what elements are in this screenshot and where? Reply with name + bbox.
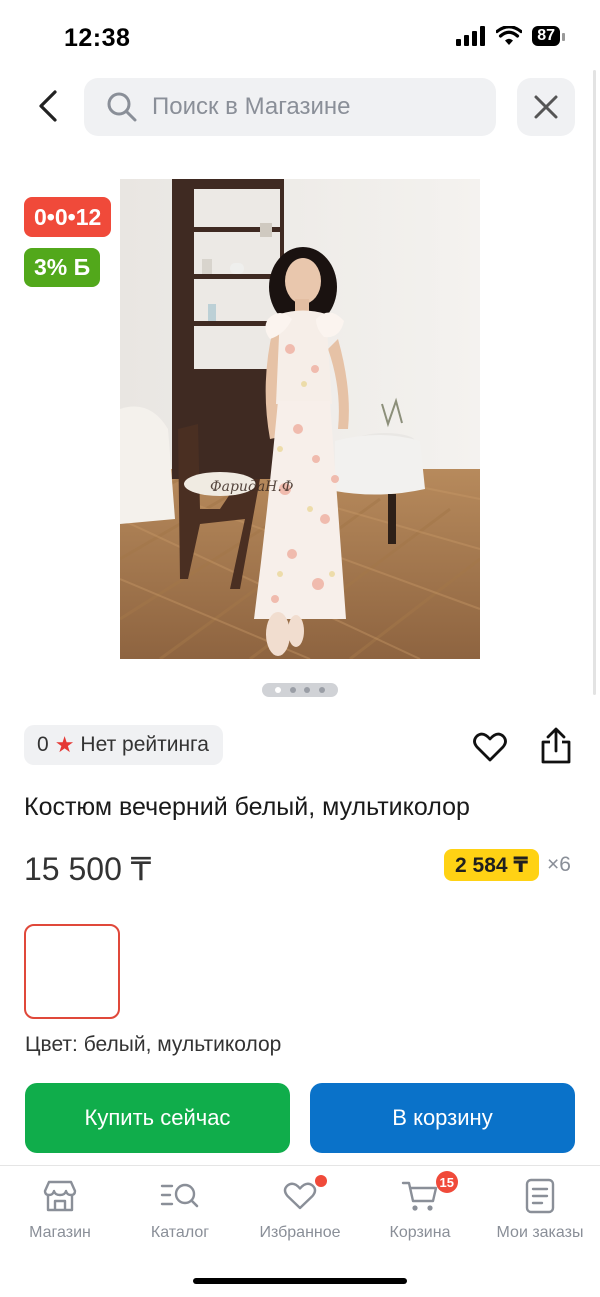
nav-item-favorites[interactable]: Избранное: [240, 1175, 360, 1242]
share-icon: [541, 727, 571, 764]
product-photo: ФаридаН.Ф: [120, 179, 480, 659]
nav-item-orders[interactable]: Мои заказы: [480, 1176, 600, 1242]
image-pagination[interactable]: [262, 683, 338, 697]
favorite-button[interactable]: [470, 727, 510, 767]
cart-icon: 15: [400, 1171, 458, 1216]
nav-item-catalog[interactable]: Каталог: [120, 1176, 240, 1242]
pagination-dot[interactable]: [319, 687, 326, 693]
store-icon: [40, 1176, 80, 1216]
installment-badge[interactable]: 2 584 ₸: [444, 849, 539, 881]
search-header: Поиск в Магазине: [0, 78, 600, 136]
bonus-badge: 3% Б: [24, 248, 101, 287]
chevron-left-icon: [39, 90, 57, 122]
close-button[interactable]: [517, 78, 575, 136]
pagination-dot[interactable]: [289, 687, 296, 693]
product-title: Костюм вечерний белый, мультиколор: [24, 793, 470, 821]
close-icon: [534, 95, 558, 119]
nav-label: Каталог: [150, 1224, 210, 1241]
search-icon: [107, 92, 137, 122]
add-to-cart-button[interactable]: В корзину: [310, 1083, 575, 1153]
home-indicator: [193, 1278, 407, 1284]
signal-icon: [456, 26, 486, 46]
battery-indicator: 87: [532, 26, 565, 46]
installment-multiplier: ×6: [547, 853, 571, 876]
nav-item-store[interactable]: Магазин: [0, 1176, 120, 1242]
color-label: Цвет: белый, мультиколор: [25, 1033, 282, 1056]
cart-count-badge: 15: [435, 1171, 458, 1193]
search-input[interactable]: Поиск в Магазине: [84, 78, 496, 136]
pagination-dot[interactable]: [304, 687, 311, 693]
watermark-text: ФаридаН.Ф: [210, 479, 293, 495]
rating-pill[interactable]: 0 ★ Нет рейтинга: [24, 725, 223, 765]
status-icons: 87: [456, 26, 565, 46]
nav-label: Мои заказы: [496, 1224, 584, 1241]
orders-icon: [520, 1176, 560, 1216]
rating-text: Нет рейтинга: [80, 733, 209, 756]
pagination-dot[interactable]: [274, 687, 281, 693]
star-icon: ★: [54, 732, 75, 757]
color-swatch-selected[interactable]: [24, 924, 120, 1019]
scroll-indicator: [593, 70, 596, 695]
status-time: 12:38: [64, 24, 131, 52]
rating-count: 0: [37, 733, 49, 756]
nav-label: Корзина: [389, 1224, 451, 1241]
nav-label: Магазин: [29, 1224, 91, 1241]
timer-badge: 0•0•12: [24, 197, 112, 237]
catalog-search-icon: [160, 1176, 200, 1216]
back-button[interactable]: [28, 86, 68, 126]
product-price: 15 500 ₸: [24, 851, 152, 887]
share-button[interactable]: [536, 724, 576, 768]
product-image[interactable]: ФаридаН.Ф: [120, 179, 480, 659]
heart-icon: [473, 732, 507, 762]
favorites-dot-badge: [315, 1175, 327, 1187]
nav-label: Избранное: [259, 1224, 341, 1241]
status-bar: 12:38 87: [0, 0, 600, 70]
nav-item-cart[interactable]: 15 Корзина: [360, 1171, 480, 1242]
buy-now-button[interactable]: Купить сейчас: [25, 1083, 290, 1153]
heart-icon: [280, 1175, 327, 1216]
wifi-icon: [496, 26, 523, 45]
search-placeholder: Поиск в Магазине: [152, 93, 351, 120]
